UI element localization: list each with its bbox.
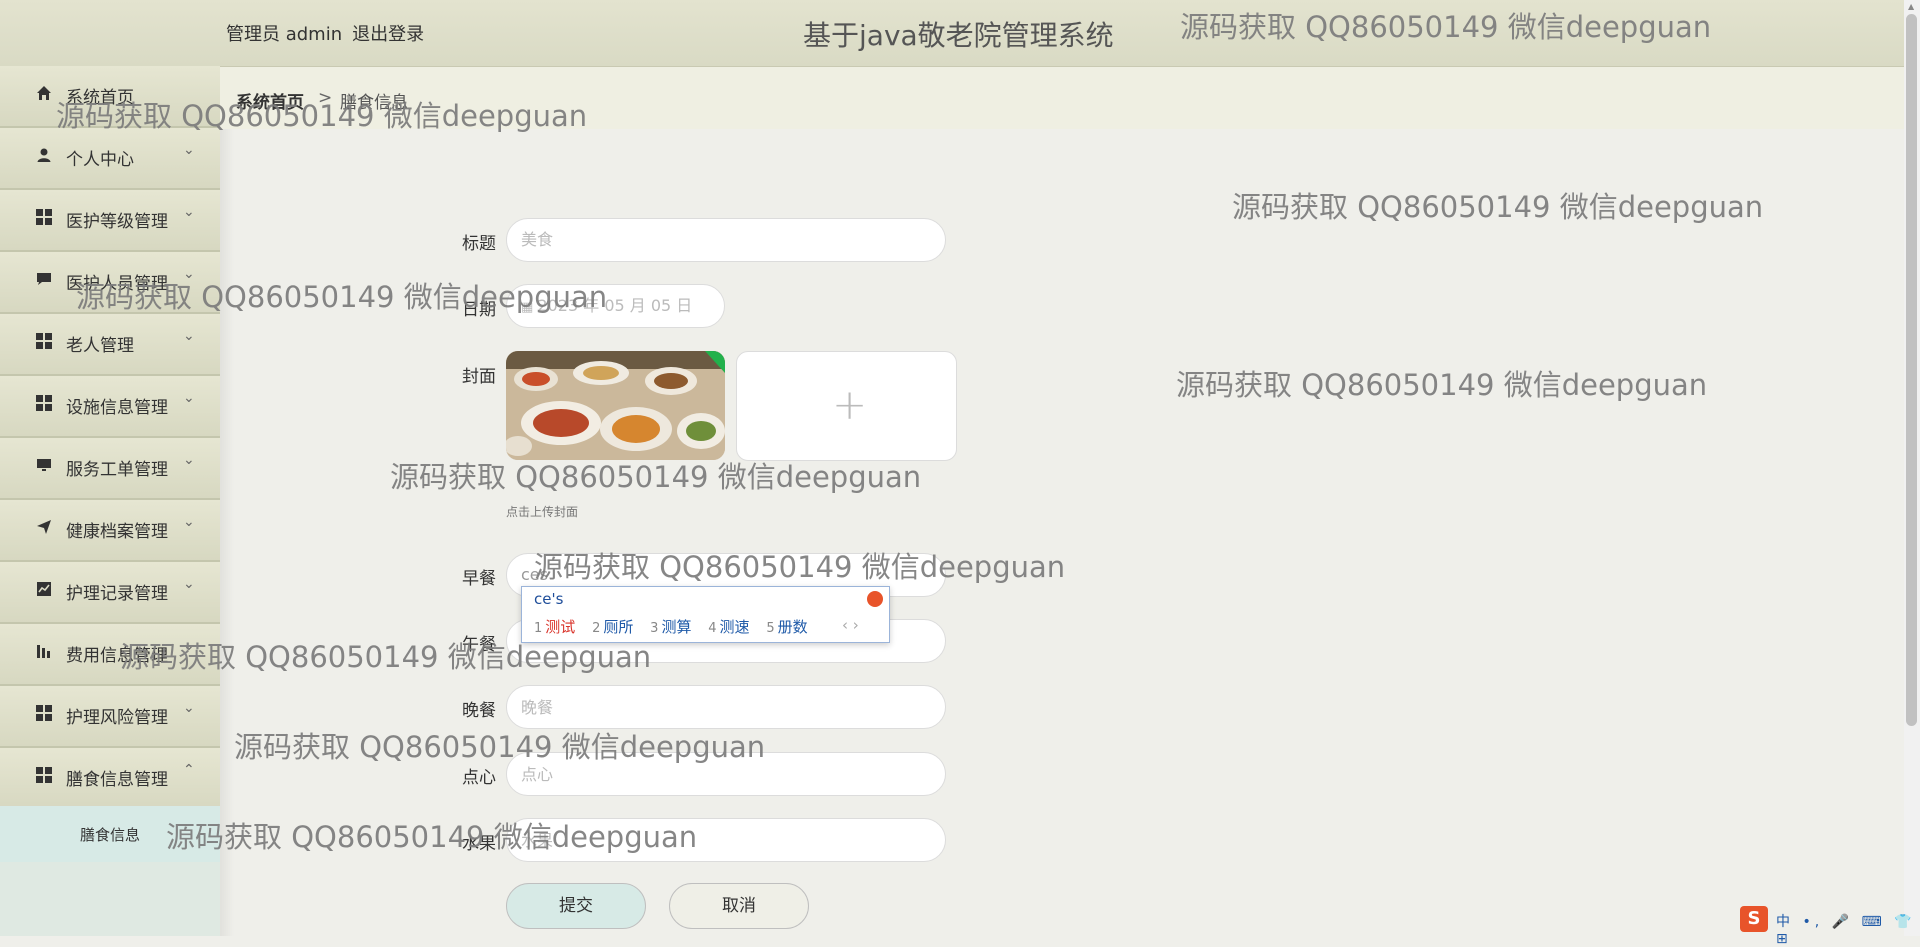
watermark: 源码获取 QQ86050149 微信deepguan [534, 550, 1066, 584]
sidebar-item-profile[interactable]: 个人中心 ⌄ [0, 128, 220, 190]
chevron-down-icon: ⌄ [183, 700, 195, 716]
sidebar-item-diet[interactable]: 膳食信息管理 ⌃ [0, 748, 220, 810]
sidebar-item-label: 护理风险管理 [66, 708, 168, 728]
chevron-up-icon: ⌃ [183, 762, 195, 778]
watermark: 源码获取 QQ86050149 微信deepguan [1180, 10, 1712, 44]
grid-icon [36, 333, 52, 349]
snack-label: 点心 [462, 768, 496, 788]
cover-image[interactable] [506, 351, 725, 460]
watermark: 源码获取 QQ86050149 微信deepguan [76, 280, 608, 314]
breakfast-label: 早餐 [462, 569, 496, 589]
bar-icon [37, 645, 50, 658]
sidebar-item-label: 健康档案管理 [66, 522, 168, 542]
sidebar-item-label: 设施信息管理 [66, 398, 168, 418]
chevron-down-icon: ⌄ [183, 142, 195, 158]
scroll-up-arrow-icon[interactable]: ▲ [1908, 2, 1914, 11]
chevron-down-icon: ⌄ [183, 390, 195, 406]
sidebar-item-care-level[interactable]: 医护等级管理 ⌄ [0, 190, 220, 252]
sidebar-item-label: 服务工单管理 [66, 460, 168, 480]
monitor-icon [37, 459, 51, 471]
home-icon [37, 86, 51, 100]
admin-label: 管理员 admin [226, 24, 343, 45]
food-image [506, 351, 725, 460]
chevron-down-icon: ⌄ [183, 514, 195, 530]
ime-candidate[interactable]: 3 测算 [650, 618, 691, 636]
watermark: 源码获取 QQ86050149 微信deepguan [1176, 368, 1708, 402]
system-title: 基于java敬老院管理系统 [803, 19, 1114, 52]
sidebar-item-label: 医护等级管理 [66, 212, 168, 232]
submit-button[interactable]: 提交 [506, 883, 646, 929]
sidebar-item-elderly[interactable]: 老人管理 ⌄ [0, 314, 220, 376]
logout-link[interactable]: 退出登录 [352, 24, 424, 45]
chart-icon [37, 582, 51, 596]
user-icon [37, 148, 51, 162]
chevron-down-icon: ⌄ [183, 204, 195, 220]
scrollbar-thumb[interactable] [1906, 14, 1917, 726]
watermark: 源码获取 QQ86050149 微信deepguan [1232, 190, 1764, 224]
cancel-button[interactable]: 取消 [669, 883, 809, 929]
chat-icon [37, 273, 51, 285]
grid-icon [36, 395, 52, 411]
cover-label: 封面 [462, 367, 496, 387]
ime-candidate[interactable]: 5 册数 [766, 618, 807, 636]
dinner-label: 晚餐 [462, 701, 496, 721]
upload-tip: 点击上传封面 [506, 505, 579, 519]
chevron-down-icon: ⌄ [183, 328, 195, 344]
dinner-input[interactable] [506, 685, 946, 729]
sogou-logo-icon[interactable]: S [1740, 906, 1768, 932]
watermark: 源码获取 QQ86050149 微信deepguan [390, 460, 922, 494]
watermark: 源码获取 QQ86050149 微信deepguan [120, 640, 652, 674]
ime-tray-items[interactable]: 中 •, 🎤 ⌨ 👕 ⊞ [1776, 911, 1920, 947]
sidebar: 系统首页 个人中心 ⌄ 医护等级管理 ⌄ 医护人员管理 ⌄ 老人管理 ⌄ 设施信… [0, 66, 220, 936]
user-info: 管理员 admin 退出登录 [226, 20, 424, 46]
ime-tray: S 中 •, 🎤 ⌨ 👕 ⊞ [1740, 904, 1920, 947]
sidebar-item-label: 护理记录管理 [66, 584, 168, 604]
sidebar-item-work-order[interactable]: 服务工单管理 ⌄ [0, 438, 220, 500]
plus-icon: + [832, 380, 868, 429]
grid-icon [36, 705, 52, 721]
sidebar-item-nursing-record[interactable]: 护理记录管理 ⌄ [0, 562, 220, 624]
sidebar-subitem-label: 膳食信息 [80, 826, 141, 844]
ime-composition: ce's [534, 590, 564, 608]
sidebar-item-risk[interactable]: 护理风险管理 ⌄ [0, 686, 220, 748]
watermark: 源码获取 QQ86050149 微信deepguan [56, 99, 588, 133]
send-icon [37, 520, 51, 534]
chevron-down-icon: ⌄ [183, 576, 195, 592]
chevron-down-icon: ⌄ [183, 452, 195, 468]
ime-page-arrows[interactable]: ‹ › [842, 616, 859, 634]
upload-cover-button[interactable]: + [736, 351, 957, 461]
sidebar-item-health[interactable]: 健康档案管理 ⌄ [0, 500, 220, 562]
grid-icon [36, 767, 52, 783]
grid-icon [36, 209, 52, 225]
watermark: 源码获取 QQ86050149 微信deepguan [234, 730, 766, 764]
sidebar-item-label: 个人中心 [66, 150, 134, 170]
sidebar-item-facility[interactable]: 设施信息管理 ⌄ [0, 376, 220, 438]
sidebar-item-label: 老人管理 [66, 336, 134, 356]
title-input[interactable]: 美食 [506, 218, 946, 262]
ime-candidate[interactable]: 4 测速 [708, 618, 749, 636]
sidebar-item-label: 膳食信息管理 [66, 770, 168, 790]
watermark: 源码获取 QQ86050149 微信deepguan [166, 820, 698, 854]
title-label: 标题 [462, 234, 496, 254]
ime-logo-icon [867, 591, 883, 607]
